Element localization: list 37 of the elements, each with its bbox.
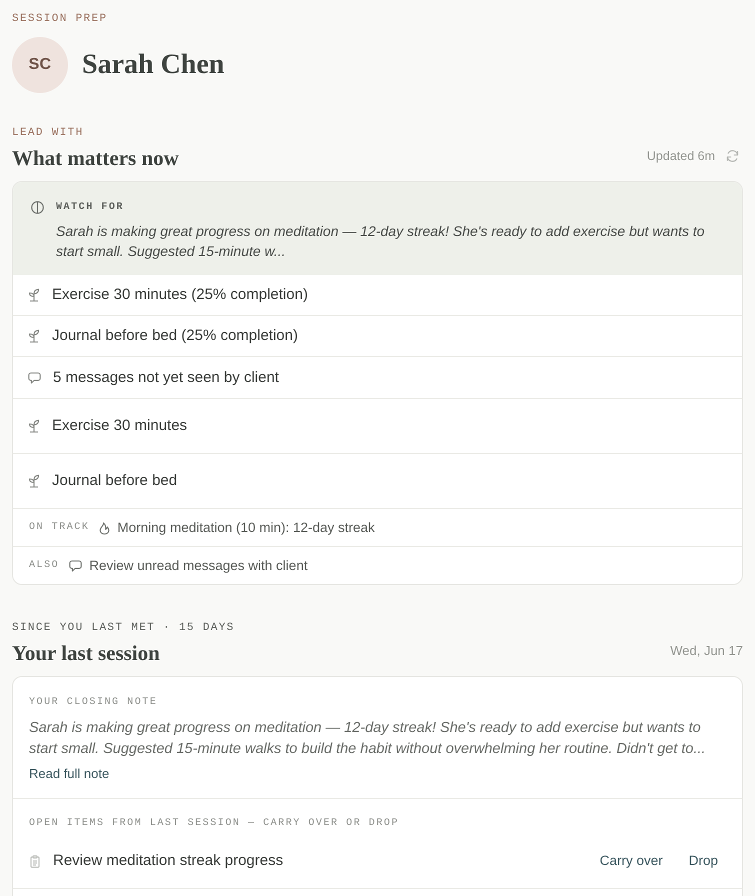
info-icon	[31, 201, 44, 214]
chat-icon	[28, 372, 41, 384]
watch-for-label: WATCH FOR	[56, 201, 124, 215]
flame-icon	[99, 522, 110, 534]
summary-text: Review unread messages with client	[89, 557, 308, 575]
watch-for-text: Sarah is making great progress on meditation — 12-day streak! She's ready to add exercise but wants to start small. Suggested 15-minute w...	[56, 222, 706, 261]
row-label: ALSO	[29, 559, 60, 573]
eyebrow-label: LEAD WITH	[12, 126, 84, 140]
item-text: Journal before bed (25% completion)	[52, 326, 298, 346]
session-date: Wed, Jun 17	[670, 642, 743, 658]
section-title: Your last session	[12, 641, 160, 665]
item-text: Journal before bed	[52, 471, 178, 491]
item-text: Review meditation streak progress	[53, 851, 284, 871]
client-name: Sarah Chen	[82, 48, 224, 82]
action-button[interactable]: Drop	[680, 845, 726, 877]
refresh-icon[interactable]	[726, 150, 739, 162]
item-text: Exercise 30 minutes	[52, 416, 188, 436]
row-label: ON TRACK	[29, 521, 90, 535]
closing-note-label: YOUR CLOSING NOTE	[29, 696, 158, 710]
item-text: Exercise 30 minutes (25% completion)	[52, 285, 308, 305]
sprout-icon	[28, 474, 40, 488]
eyebrow-label: SESSION PREP	[12, 12, 108, 26]
avatar: SC	[12, 37, 68, 93]
chat-icon	[69, 560, 82, 572]
clipboard-icon	[30, 854, 40, 868]
open-items-label: OPEN ITEMS FROM LAST SESSION — CARRY OVER OR DROP	[29, 817, 399, 831]
section-title: What matters now	[12, 146, 179, 170]
updated-time: Updated 6m	[646, 148, 715, 164]
sprout-icon	[28, 329, 40, 343]
action-button[interactable]: Carry over	[592, 845, 671, 877]
summary-text: Morning meditation (10 min): 12-day streak	[117, 519, 375, 537]
closing-note-text: Sarah is making great progress on meditation — 12-day streak! She's ready to add exercise but wants to start small. Suggested 15-minute walks to build the habit without overwhelming her routine. Didn't get to...	[29, 719, 707, 759]
sprout-icon	[28, 419, 40, 433]
eyebrow-label: SINCE YOU LAST MET · 15 DAYS	[12, 621, 235, 635]
item-text: 5 messages not yet seen by client	[53, 368, 279, 388]
read-full-note-link[interactable]: Read full note	[29, 765, 110, 783]
sprout-icon	[28, 288, 40, 302]
